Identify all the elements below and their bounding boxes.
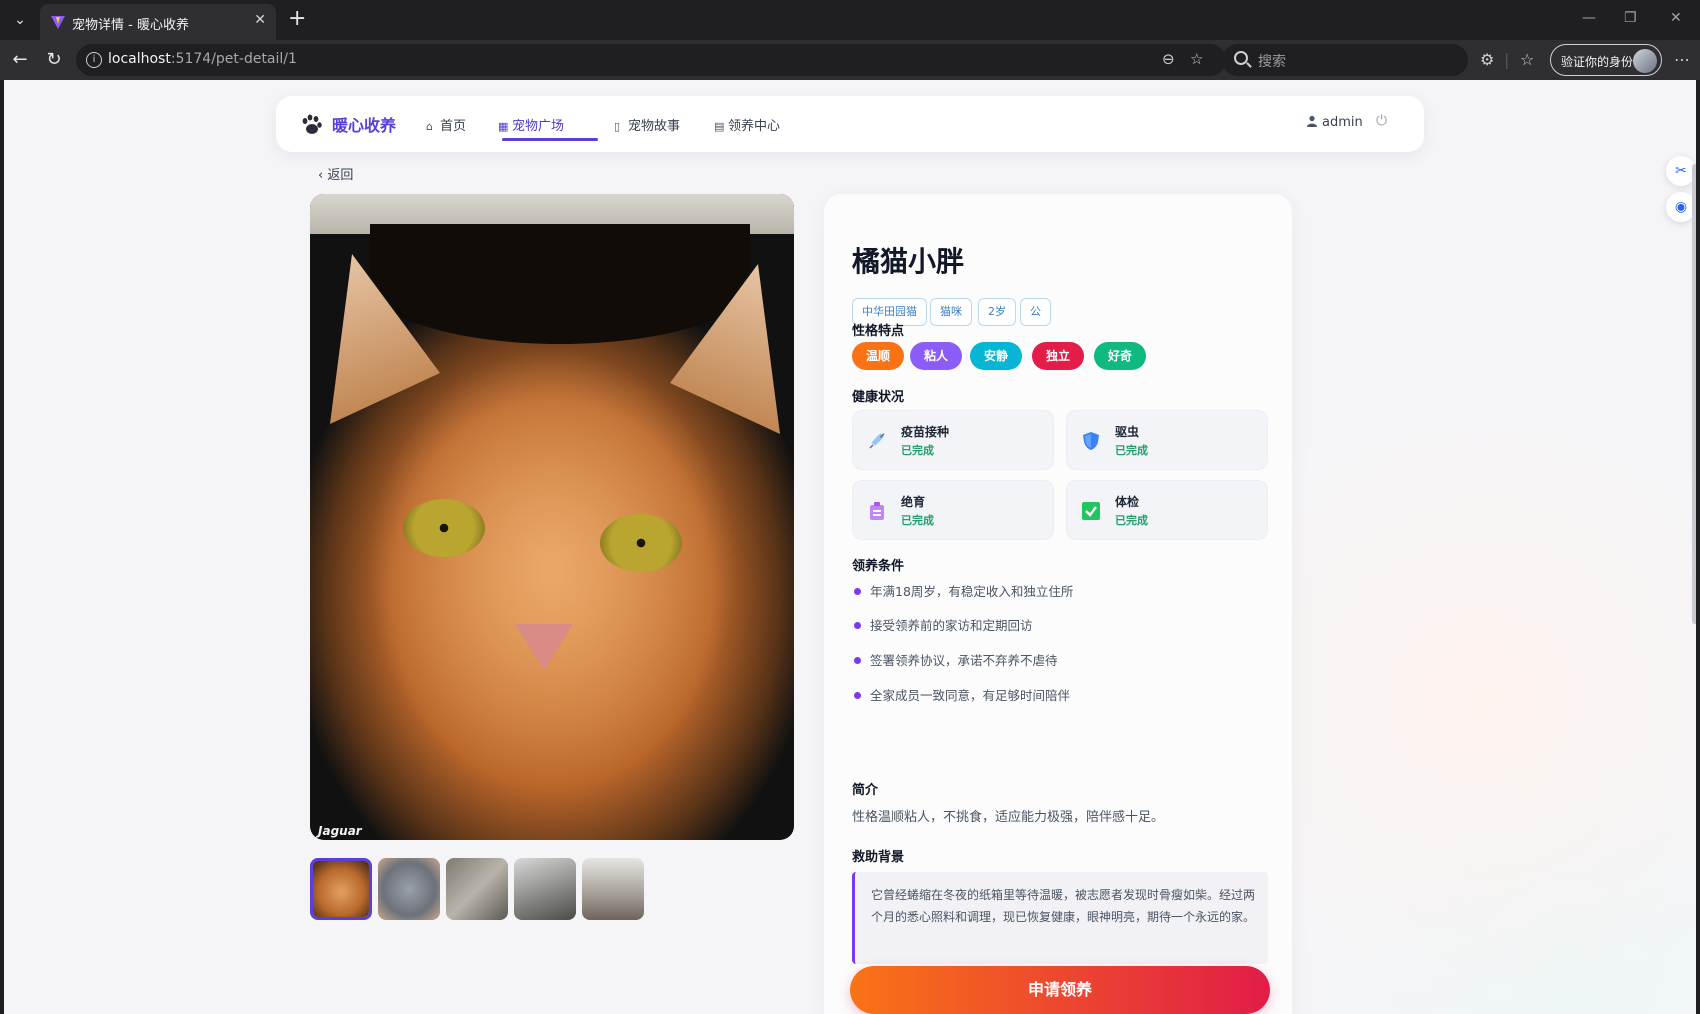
back-link[interactable]: ‹ 返回 xyxy=(318,164,353,183)
user-icon xyxy=(1307,115,1317,127)
requirement-item: 全家成员一致同意，有足够时间陪伴 xyxy=(854,685,1070,704)
window-close-icon[interactable]: ✕ xyxy=(1670,10,1682,26)
avatar xyxy=(1633,49,1657,73)
profile-button[interactable]: 验证你的身份 xyxy=(1550,44,1662,76)
shield-icon xyxy=(1083,432,1099,450)
health-item-checkup: 体检 已完成 xyxy=(1066,480,1268,540)
tab-title: 宠物详情 - 暖心收养 xyxy=(72,18,189,33)
search-icon xyxy=(1234,51,1248,65)
logout-power-icon[interactable]: ⏻ xyxy=(1376,113,1387,129)
paw-icon xyxy=(302,114,322,134)
trait-badge: 温顺 xyxy=(852,342,905,370)
page-viewport: 暖心收养 ⌂ 首页 ▦ 宠物广场 ▯ 宠物故事 ▤ 领养中心 admin ⏻ ‹ 返回 xyxy=(4,80,1696,1014)
bullet-dot xyxy=(854,622,861,629)
requirement-item: 接受领养前的家访和定期回访 xyxy=(854,615,1033,634)
main-pet-photo: Jaguar xyxy=(310,194,794,840)
extensions-icon[interactable]: ⚙ xyxy=(1480,50,1494,69)
rescue-title: 救助背景 xyxy=(852,850,905,865)
browser-toolbar: ← ↻ i localhost:5174/pet-detail/1 ⊖ ☆ 搜索… xyxy=(0,40,1700,80)
health-item-neutering: 绝育 已完成 xyxy=(852,480,1054,540)
user-menu[interactable]: admin xyxy=(1306,115,1363,130)
nav-item-pet-square[interactable]: ▦ 宠物广场 xyxy=(498,115,564,135)
book-icon: ▯ xyxy=(614,120,621,133)
home-icon: ⌂ xyxy=(426,120,433,133)
more-menu-icon[interactable]: ⋯ xyxy=(1674,50,1690,69)
check-box-icon xyxy=(1082,502,1100,520)
brand-name[interactable]: 暖心收养 xyxy=(332,112,396,136)
thumbnail-1[interactable] xyxy=(310,858,372,920)
search-placeholder: 搜索 xyxy=(1258,54,1286,70)
url-text[interactable]: localhost:5174/pet-detail/1 xyxy=(108,51,297,67)
profile-label: 验证你的身份 xyxy=(1561,55,1634,69)
reload-icon[interactable]: ↻ xyxy=(42,48,66,72)
tag-species: 猫咪 xyxy=(930,298,972,326)
medical-kit-icon xyxy=(870,502,884,520)
health-item-vaccination: 疫苗接种 已完成 xyxy=(852,410,1054,470)
status-badge: 已完成 xyxy=(1115,444,1148,457)
apply-adoption-button[interactable]: 申请领养 xyxy=(850,966,1270,1014)
intro-title: 简介 xyxy=(852,783,879,798)
cat-nose xyxy=(515,624,573,670)
browser-titlebar: ⌄ 宠物详情 - 暖心收养 ✕ + — ❐ ✕ xyxy=(0,0,1700,40)
trait-badge: 安静 xyxy=(970,342,1023,370)
tag-gender: 公 xyxy=(1020,298,1051,326)
thumbnail-2[interactable] xyxy=(378,858,440,920)
health-title: 健康状况 xyxy=(852,390,905,405)
bullet-dot xyxy=(854,657,861,664)
nav-item-adoption-center[interactable]: ▤ 领养中心 xyxy=(714,115,780,135)
thumbnail-4[interactable] xyxy=(514,858,576,920)
favorites-icon[interactable]: ☆ xyxy=(1520,50,1534,69)
nav-item-pet-stories[interactable]: ▯ 宠物故事 xyxy=(614,115,680,135)
toolbar-divider: | xyxy=(1504,50,1510,69)
health-item-deworming: 驱虫 已完成 xyxy=(1066,410,1268,470)
status-badge: 已完成 xyxy=(901,444,934,457)
zoom-icon[interactable]: ⊖ xyxy=(1162,50,1175,68)
thumbnail-3[interactable] xyxy=(446,858,508,920)
vite-favicon-icon xyxy=(51,16,65,29)
photo-shadow xyxy=(370,224,750,344)
bullet-dot xyxy=(854,692,861,699)
rescue-text: 它曾经蜷缩在冬夜的纸箱里等待温暖，被志愿者发现时骨瘦如柴。经过两个月的悉心照料和… xyxy=(871,888,1256,924)
syringe-icon xyxy=(869,433,885,449)
browser-tab[interactable]: 宠物详情 - 暖心收养 ✕ xyxy=(40,4,276,40)
restore-icon[interactable]: ❐ xyxy=(1624,10,1637,26)
intro-text: 性格温顺粘人，不挑食，适应能力极强，陪伴感十足。 xyxy=(852,810,1165,825)
minimize-icon[interactable]: — xyxy=(1582,10,1596,26)
page-scrollbar[interactable] xyxy=(1692,164,1696,624)
personality-title: 性格特点 xyxy=(852,324,905,339)
thumbnail-5[interactable] xyxy=(582,858,644,920)
cat-eye-left xyxy=(403,499,485,557)
status-badge: 已完成 xyxy=(901,514,934,527)
pet-name: 橘猫小胖 xyxy=(852,245,965,278)
favorite-star-icon[interactable]: ☆ xyxy=(1190,50,1203,68)
rescue-quote: 它曾经蜷缩在冬夜的纸箱里等待温暖，被志愿者发现时骨瘦如柴。经过两个月的悉心照料和… xyxy=(852,872,1268,964)
nav-item-home[interactable]: ⌂ 首页 xyxy=(426,115,466,135)
new-tab-plus-icon[interactable]: + xyxy=(288,6,306,31)
clipboard-icon: ▤ xyxy=(714,120,725,133)
tag-age: 2岁 xyxy=(978,298,1016,326)
search-box[interactable]: 搜索 xyxy=(1222,44,1468,76)
status-badge: 已完成 xyxy=(1115,514,1148,527)
username: admin xyxy=(1322,115,1363,130)
trait-badge: 粘人 xyxy=(910,342,963,370)
chevron-left-icon: ‹ xyxy=(318,168,328,183)
bullet-dot xyxy=(854,588,861,595)
requirement-item: 签署领养协议，承诺不弃养不虐待 xyxy=(854,650,1058,669)
tab-close-icon[interactable]: ✕ xyxy=(254,12,266,28)
top-navbar: 暖心收养 ⌂ 首页 ▦ 宠物广场 ▯ 宠物故事 ▤ 领养中心 admin ⏻ xyxy=(276,96,1424,152)
tab-list-chevron-icon[interactable]: ⌄ xyxy=(8,8,32,32)
trait-badge: 好奇 xyxy=(1094,342,1147,370)
photo-watermark: Jaguar xyxy=(318,824,362,838)
back-arrow-icon[interactable]: ← xyxy=(8,48,32,72)
cat-eye-right xyxy=(600,514,682,572)
requirements-title: 领养条件 xyxy=(852,559,905,574)
site-info-icon[interactable]: i xyxy=(86,52,102,68)
nav-active-indicator xyxy=(502,138,598,141)
trait-badge: 独立 xyxy=(1032,342,1085,370)
grid-icon: ▦ xyxy=(498,120,509,133)
requirement-item: 年满18周岁，有稳定收入和独立住所 xyxy=(854,581,1073,600)
address-bar[interactable]: i localhost:5174/pet-detail/1 ⊖ ☆ xyxy=(76,44,1226,76)
